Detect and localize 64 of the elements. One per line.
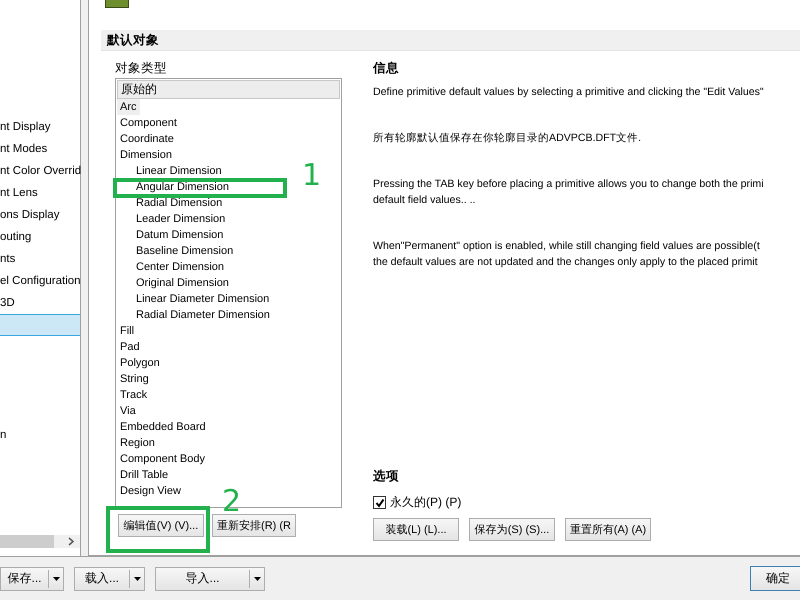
split-button[interactable]: 导入...	[155, 566, 265, 590]
tree-item[interactable]: nt Lens	[0, 182, 80, 204]
list-item[interactable]: Leader Dimension	[117, 211, 228, 227]
list-item[interactable]: Angular Dimension	[117, 179, 232, 195]
list-item[interactable]: Datum Dimension	[117, 227, 226, 243]
permanent-label: 永久的(P) (P)	[390, 494, 462, 511]
list-item[interactable]: Center Dimension	[117, 259, 228, 275]
board-icon	[105, 0, 129, 8]
list-item[interactable]: Arc	[117, 99, 140, 115]
list-item[interactable]: Via	[117, 403, 139, 419]
info-text: default field values.. ..	[373, 193, 476, 208]
rearrange-button[interactable]: 重新安排(R) (R	[212, 514, 296, 537]
dropdown-arrow-icon[interactable]	[254, 576, 260, 580]
dropdown-arrow-icon[interactable]	[52, 576, 60, 580]
tree-item[interactable]: nt Color Overrid	[0, 160, 80, 182]
dropdown-arrow-icon[interactable]	[134, 576, 140, 580]
list-item[interactable]: Radial Dimension	[117, 195, 226, 211]
list-item[interactable]: Pad	[117, 339, 143, 355]
tree-item[interactable]: nt Modes	[0, 138, 80, 160]
list-item[interactable]: String	[117, 371, 152, 387]
chevron-right-icon[interactable]	[67, 537, 76, 546]
info-text: the default values are not updated and the changes only apply to the placed primit	[373, 255, 759, 270]
split-button[interactable]: 载入...	[74, 566, 145, 590]
annotation-number: 1	[302, 162, 322, 190]
info-text: Pressing the TAB key before placing a primitive allows you to change both the primi	[373, 177, 765, 192]
list-item[interactable]: Polygon	[117, 355, 163, 371]
list-item[interactable]: Component	[117, 115, 180, 131]
list-item[interactable]: Region	[117, 435, 158, 451]
options-title: 选项	[373, 468, 400, 485]
save-as-button[interactable]: 保存为(S) (S)...	[469, 518, 555, 541]
list-item[interactable]: Dimension	[117, 147, 175, 163]
list-item[interactable]: Design View	[117, 483, 184, 499]
list-header: 原始的	[117, 80, 340, 99]
annotation-number: 2	[222, 488, 242, 516]
tree-item[interactable]: nts	[0, 248, 80, 270]
list-item[interactable]: Track	[117, 387, 150, 403]
list-item[interactable]: Linear Diameter Dimension	[117, 291, 272, 307]
list-item[interactable]: Baseline Dimension	[117, 243, 236, 259]
tree-item[interactable]: nt Display	[0, 116, 80, 138]
list-label: 对象类型	[115, 60, 168, 77]
tree-item[interactable]: ons Display	[0, 204, 80, 226]
reset-all-button[interactable]: 重置所有(A) (A)	[565, 518, 651, 541]
list-item[interactable]: Linear Dimension	[117, 163, 225, 179]
permanent-checkbox[interactable]	[373, 496, 386, 509]
horizontal-scrollbar[interactable]	[0, 535, 80, 548]
ok-button[interactable]: 确定	[750, 566, 800, 591]
list-item[interactable]: Fill	[117, 323, 138, 339]
tree-item[interactable]: outing	[0, 226, 80, 248]
info-text: When"Permanent" option is enabled, while still changing field values are possible(t	[373, 239, 761, 254]
tree-item[interactable]: 3D	[0, 292, 80, 314]
section-header: 默认对象	[101, 30, 800, 51]
list-item[interactable]: Component Body	[117, 451, 208, 467]
list-item[interactable]: Drill Table	[117, 467, 172, 483]
split-button[interactable]: 保存...	[0, 566, 64, 590]
list-item[interactable]: Radial Diameter Dimension	[117, 307, 273, 323]
list-item[interactable]: Embedded Board	[117, 419, 209, 435]
tree-item[interactable]: el Configuration	[0, 270, 80, 292]
load-button[interactable]: 装载(L) (L)...	[373, 518, 459, 541]
tree-item[interactable]: n	[0, 424, 80, 446]
info-text: Define primitive default values by selecting a primitive and clicking the "Edit Values"	[373, 85, 765, 100]
edit-values-button[interactable]: 编辑值(V) (V)...	[118, 514, 204, 537]
info-text: 所有轮廓默认值保存在你轮廓目录的ADVPCB.DFT文件.	[373, 131, 642, 146]
list-item[interactable]: Coordinate	[117, 131, 177, 147]
list-item[interactable]: Original Dimension	[117, 275, 232, 291]
